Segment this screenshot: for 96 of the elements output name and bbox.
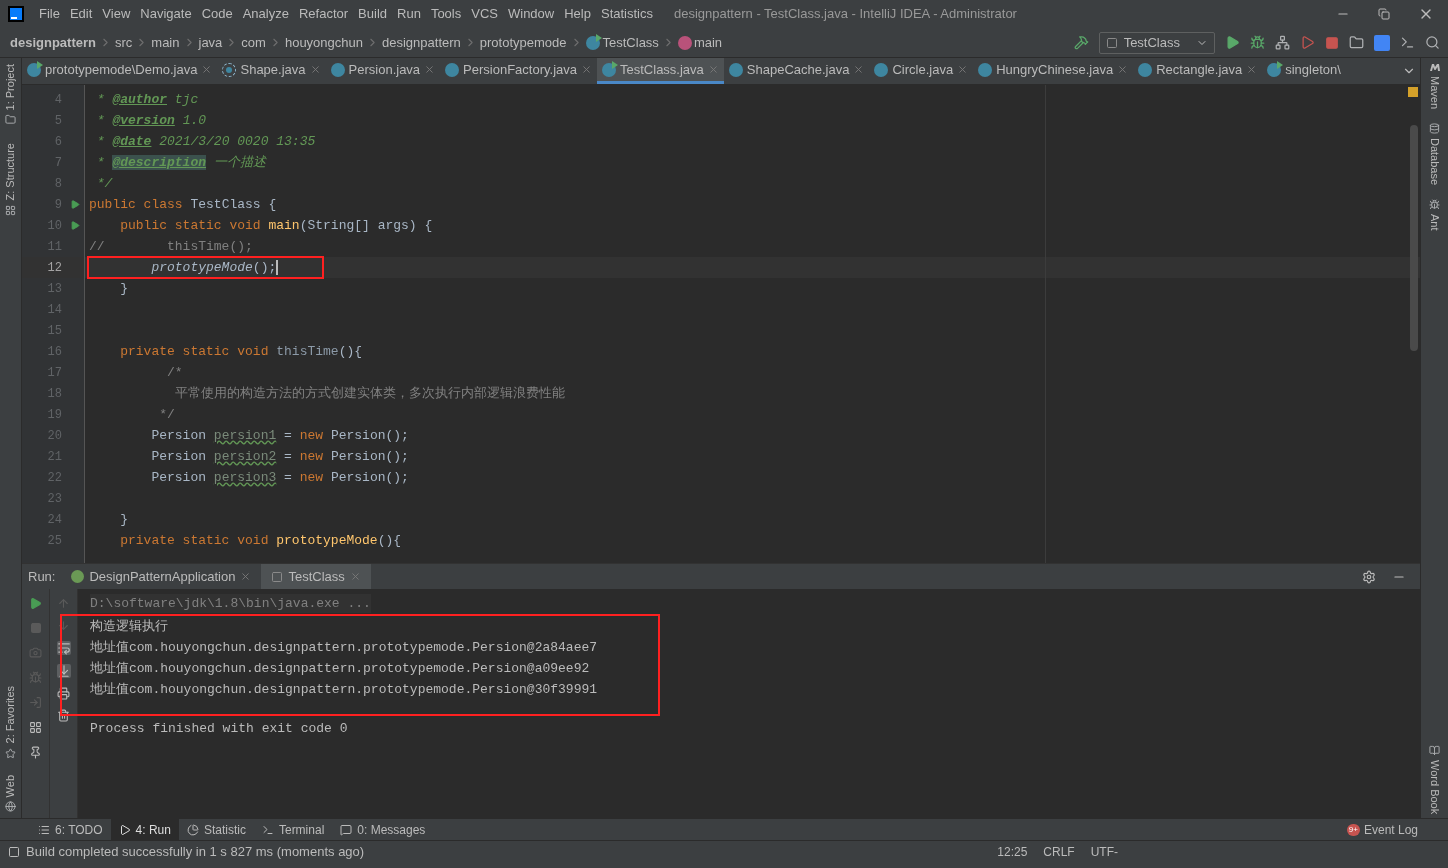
status-message: Build completed successfully in 1 s 827 ms (moments ago) (26, 842, 365, 861)
menu-item[interactable]: Window (502, 4, 560, 24)
run-tab[interactable]: DesignPatternApplication (61, 564, 262, 589)
breadcrumb[interactable]: main (693, 32, 723, 53)
breadcrumb[interactable]: designpattern (382, 32, 461, 53)
editor-tab[interactable]: Rectangle.java (1133, 58, 1263, 84)
breadcrumb[interactable]: java (198, 32, 223, 53)
menu-item[interactable]: Analyze (237, 4, 294, 24)
code-line: 平常使用的构造方法的方式创建实体类，多次执行内部逻辑浪费性能 (173, 384, 565, 403)
tab-label: singleton\ (1285, 60, 1341, 79)
editor-tab[interactable]: Circle.java (869, 58, 974, 84)
tool-window-button[interactable]: 1: Project (2, 64, 19, 111)
code-line: */ (158, 405, 175, 424)
code-line: // thisTime(); (89, 237, 253, 256)
tab-label: Shape.java (240, 60, 306, 79)
code-line: } (119, 510, 128, 529)
tab-label: TestClass.java (620, 60, 704, 79)
menu-item[interactable]: Code (196, 4, 238, 24)
tool-window-button[interactable]: Database (1426, 138, 1443, 186)
code-line: * @date 2021/3/20 0020 13:35 (95, 132, 316, 151)
menu-item[interactable]: Refactor (293, 4, 354, 24)
editor-tab[interactable]: HungryChinese.java (973, 58, 1134, 84)
code-line: * @author tjc (95, 90, 199, 109)
tool-window-tab[interactable]: 4: Run (110, 819, 179, 840)
menu-item[interactable]: Navigate (135, 4, 197, 24)
console-line: 地址值com.houyongchun.designpattern.prototypemode.Persion@a09ee92 (90, 659, 590, 678)
tool-window-tab[interactable]: Statistic (178, 819, 254, 840)
window-title: designpattern - TestClass.java - IntelliJ IDEA - Administrator (674, 5, 1017, 24)
breadcrumb[interactable]: main (151, 32, 180, 53)
menu-item[interactable]: VCS (466, 4, 503, 24)
breadcrumb[interactable]: prototypemode (479, 32, 567, 53)
code-line: Persion persion2 = new Persion(); (150, 447, 409, 466)
code-line: } (119, 279, 128, 298)
console-line: 地址值com.houyongchun.designpattern.prototypemode.Persion@30f39991 (90, 680, 598, 699)
menu-item[interactable]: Statistics (595, 4, 658, 24)
breadcrumb[interactable]: houyongchun (284, 32, 363, 53)
tab-label: HungryChinese.java (996, 60, 1114, 79)
event-log-button[interactable]: 9+ Event Log (1346, 820, 1418, 839)
tool-window-button[interactable]: Maven (1426, 76, 1443, 110)
code-line: private static void prototypeMode(){ (119, 531, 402, 550)
tool-window-tab[interactable]: 6: TODO (30, 819, 111, 840)
editor-tab[interactable]: TestClass.java (597, 58, 724, 84)
tab-label: ShapeCache.java (746, 60, 850, 79)
tool-window-button[interactable]: Z: Structure (2, 143, 19, 201)
code-line: * @version 1.0 (95, 111, 207, 130)
tool-window-tab[interactable]: 0: Messages (332, 819, 434, 840)
tab-label: Circle.java (892, 60, 954, 79)
editor-tab[interactable]: prototypemode\Demo.java (22, 58, 218, 84)
status-item[interactable]: UTF- (1090, 842, 1118, 861)
status-item[interactable]: CRLF (1043, 842, 1075, 861)
editor-tab[interactable]: ShapeCache.java (723, 58, 870, 84)
status-item[interactable]: 12:25 (997, 842, 1028, 861)
menu-item[interactable]: Run (392, 4, 426, 24)
tab-label: Persion.java (348, 60, 421, 79)
console-line: 地址值com.houyongchun.designpattern.prototypemode.Persion@2a84aee7 (90, 638, 598, 657)
event-log-label: Event Log (1363, 821, 1418, 839)
line-number: 12 (47, 259, 62, 277)
code-line: /* (166, 363, 183, 382)
breadcrumb[interactable]: com (241, 32, 266, 53)
editor-tab[interactable]: singleton\ (1262, 58, 1346, 84)
menu-item[interactable]: Help (559, 4, 596, 24)
tab-label: Rectangle.java (1156, 60, 1243, 79)
menu-item[interactable]: Build (353, 4, 392, 24)
editor-tab[interactable]: Shape.java (217, 58, 326, 84)
code-line: public class TestClass { (89, 195, 277, 214)
tab-label: prototypemode\Demo.java (45, 60, 198, 79)
breadcrumb[interactable]: designpattern (10, 32, 96, 53)
tool-window-button[interactable]: Web (2, 774, 19, 797)
code-line: public static void main(String[] args) { (119, 216, 433, 235)
tab-label: PersionFactory.java (463, 60, 577, 79)
run-tab[interactable]: TestClass (261, 564, 371, 589)
tool-window-button[interactable]: 2: Favorites (2, 686, 19, 744)
editor-tab[interactable]: PersionFactory.java (440, 58, 597, 84)
code-line: prototypeMode(); (150, 258, 277, 277)
notification-badge: 9+ (1346, 823, 1360, 836)
tab-label: DesignPatternApplication (89, 567, 236, 586)
breadcrumb[interactable]: TestClass (602, 32, 659, 53)
run-config-dropdown[interactable]: TestClass (1098, 31, 1215, 54)
console-line: Process finished with exit code 0 (90, 719, 348, 738)
tab-label: TestClass (288, 567, 345, 586)
breadcrumb[interactable]: src (114, 32, 133, 53)
tool-window-tab[interactable]: Terminal (253, 819, 333, 840)
editor-tab[interactable]: Persion.java (325, 58, 441, 84)
tool-window-button[interactable]: Ant (1426, 214, 1443, 231)
menu-item[interactable]: Tools (425, 4, 467, 24)
code-line: * @description 一个描述 (95, 153, 266, 172)
console-line: 构造逻辑执行 (90, 617, 168, 636)
code-line: Persion persion3 = new Persion(); (150, 468, 409, 487)
menu-item[interactable]: File (34, 4, 65, 24)
code-line: Persion persion1 = new Persion(); (150, 426, 409, 445)
menu-item[interactable]: Edit (64, 4, 98, 24)
panel-title: Run: (27, 567, 57, 586)
code-line: private static void thisTime(){ (119, 342, 363, 361)
tool-window-button[interactable]: Word Book (1426, 759, 1443, 814)
code-line: */ (95, 174, 113, 193)
menu-item[interactable]: View (97, 4, 136, 24)
